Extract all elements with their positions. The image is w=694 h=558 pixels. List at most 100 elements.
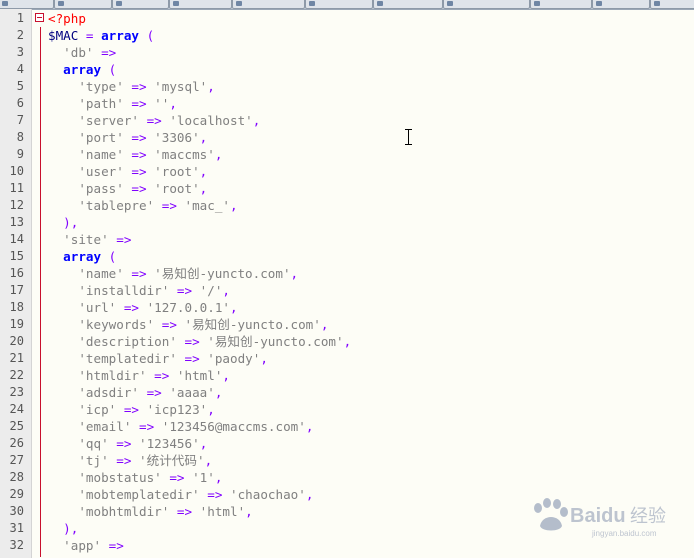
code-text: 'type' => 'mysql', [48,78,215,95]
watermark-url: jingyan.baidu.com [591,529,657,538]
code-token: , [230,300,238,315]
code-token: => [123,79,155,94]
code-text: ), [48,214,78,231]
code-token: 'icp' [48,402,117,417]
file-tab[interactable] [112,0,169,9]
code-token: 'name' [48,266,124,281]
code-text: 'installdir' => '/', [48,282,230,299]
fold-collapse-icon[interactable] [35,13,44,22]
code-token: 'localhost' [169,113,253,128]
code-text: 'url' => '127.0.0.1', [48,299,238,316]
code-token: '' [154,96,170,111]
code-text: 'description' => '易知创-yuncto.com', [48,333,351,350]
code-token: , [305,419,314,434]
file-tab[interactable] [443,0,530,9]
file-icon [377,1,383,6]
code-token: , [199,130,208,145]
file-tab[interactable] [373,0,443,9]
code-token: , [214,385,223,400]
code-token: = [78,28,102,43]
code-token: => [161,470,193,485]
file-tab[interactable] [305,0,373,9]
line-number: 2 [16,28,24,42]
code-text: 'mobhtmldir' => 'html', [48,503,252,520]
file-icon [116,1,122,6]
code-text: 'tablepre' => 'mac_', [48,197,237,214]
code-token: '127.0.0.1' [146,300,230,315]
fold-margin [33,9,47,558]
line-number: 28 [9,470,24,484]
code-token: '123456' [139,436,200,451]
code-token: , [343,334,352,349]
code-token: 'mobstatus' [48,470,162,485]
code-token: 'chaochao' [230,487,306,502]
code-token: 'port' [48,130,124,145]
line-number: 14 [9,232,24,246]
file-tab[interactable] [530,0,592,9]
code-token: 'adsdir' [48,385,139,400]
file-tab[interactable] [0,0,54,9]
file-tab[interactable] [169,0,232,9]
file-icon [447,1,453,6]
line-number: 1 [16,11,24,25]
code-token: 'templatedir' [48,351,177,366]
line-number: 15 [9,249,24,263]
code-token: ), [48,215,79,230]
file-icon [596,1,602,6]
code-token: , [169,96,177,111]
code-token: => [169,504,200,519]
code-token: 'user' [48,164,124,179]
file-tab-bar [0,0,694,10]
code-token: 'mobtemplatedir' [48,487,200,502]
code-token: '/' [199,283,223,298]
code-text: 'db' => [48,44,116,61]
code-token: , [305,487,314,502]
line-number: 26 [9,436,24,450]
code-token: => [123,147,155,162]
code-token: , [207,402,215,417]
code-token: array [101,28,140,43]
code-text: 'app' => [48,537,124,554]
file-icon [58,1,64,6]
line-number: 3 [16,45,24,59]
code-token: 'paody' [207,351,261,366]
code-token: 'keywords' [48,317,155,332]
code-token: 'type' [48,79,124,94]
code-token: 'description' [48,334,177,349]
line-number: 32 [9,538,24,552]
code-token: , [199,164,208,179]
code-token: => [123,96,155,111]
code-text: 'name' => 'maccms', [48,146,222,163]
line-number: 8 [16,130,24,144]
file-tab[interactable] [592,0,650,9]
code-token: => [176,334,208,349]
code-text: 'mobstatus' => '1', [48,469,222,486]
code-text: 'path' => '', [48,95,177,112]
code-token: => [123,181,155,196]
code-token: => [169,283,200,298]
code-text: 'pass' => 'root', [48,180,207,197]
code-token: ), [48,521,79,536]
code-token: , [290,266,299,281]
file-icon [173,1,179,6]
code-text: array ( [48,61,116,78]
code-token: , [260,351,268,366]
code-token: '123456@maccms.com' [161,419,306,434]
code-token: '易知创-yuncto.com' [154,266,291,281]
code-token: 'icp123' [146,402,208,417]
line-number: 10 [9,164,24,178]
code-text: 'user' => 'root', [48,163,207,180]
line-number: 20 [9,334,24,348]
code-token: , [214,147,223,162]
file-tab[interactable] [54,0,112,9]
line-number: 24 [9,402,24,416]
code-token: , [214,470,223,485]
file-tab[interactable] [232,0,305,9]
code-token: <?php [48,11,86,26]
code-token: ( [101,249,117,264]
line-number: 19 [9,317,24,331]
code-text: 'server' => 'localhost', [48,112,260,129]
file-tab[interactable] [650,0,694,9]
code-token: => [123,266,155,281]
code-token: 'root' [154,181,200,196]
